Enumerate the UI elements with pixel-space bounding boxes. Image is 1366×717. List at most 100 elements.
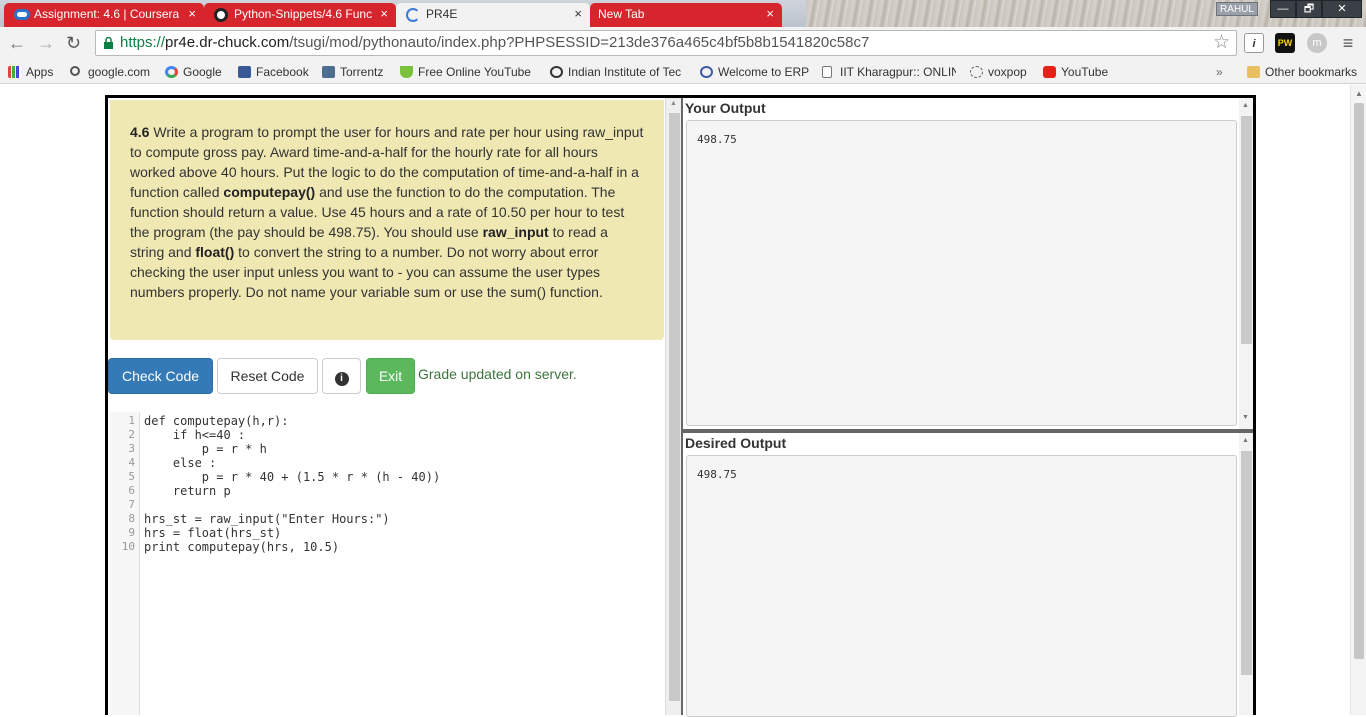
instruction-bold-float: float() <box>195 244 235 260</box>
code-line[interactable]: if h<=40 : <box>144 428 245 442</box>
scroll-up-arrow-icon[interactable]: ▲ <box>1242 437 1249 444</box>
scroll-up-arrow-icon[interactable]: ▲ <box>1355 89 1363 98</box>
bookmarks-bar: Apps google.com Google Facebook Torrentz… <box>0 60 1366 84</box>
facebook-icon <box>238 66 251 78</box>
pythonauto-frame: 4.6 Write a program to prompt the user f… <box>105 95 1256 717</box>
scroll-up-arrow-icon[interactable]: ▲ <box>1242 102 1249 109</box>
line-number: 9 <box>128 526 135 539</box>
tab-pr4e[interactable]: PR4E × <box>396 3 590 27</box>
your-output-scrollbar[interactable]: ▲ ▼ <box>1239 98 1253 429</box>
bookmark-google[interactable]: Google <box>165 63 222 81</box>
info-extension-icon[interactable]: i <box>1244 33 1264 53</box>
close-tab-icon[interactable]: × <box>188 3 196 25</box>
bookmark-google-com[interactable]: google.com <box>70 63 150 81</box>
button-row: Check Code Reset Code i Exit Grade updat… <box>108 358 665 394</box>
bookmark-label: Indian Institute of Tec <box>568 65 682 79</box>
chrome-menu-icon[interactable]: ≡ <box>1338 33 1358 53</box>
download-arrow-icon <box>400 66 413 78</box>
assignment-instructions: 4.6 Write a program to prompt the user f… <box>110 100 664 340</box>
tab-coursera-assignment[interactable]: Assignment: 4.6 | Coursera × <box>4 3 204 27</box>
reload-icon[interactable]: ↻ <box>66 33 81 53</box>
github-icon <box>214 8 228 22</box>
code-editor[interactable]: 1 2 3 4 5 6 7 8 9 10 def computepay(h,r)… <box>110 412 663 715</box>
line-number-gutter: 1 2 3 4 5 6 7 8 9 10 <box>110 412 140 715</box>
m-extension-icon[interactable]: m <box>1307 33 1327 53</box>
left-pane-scrollbar[interactable]: ▲ <box>665 98 683 715</box>
bookmark-voxpop[interactable]: voxpop <box>970 63 1027 81</box>
line-number: 7 <box>128 498 135 511</box>
close-window-button[interactable]: ✕ <box>1322 0 1362 18</box>
scrollbar-thumb[interactable] <box>1241 116 1252 344</box>
line-number: 10 <box>121 540 135 553</box>
bookmark-iit-kharagpur[interactable]: IIT Kharagpur:: ONLIN <box>822 63 956 81</box>
bookmarks-overflow-chevron[interactable]: » <box>1216 63 1223 81</box>
bookmark-label: Google <box>183 65 222 79</box>
exit-button[interactable]: Exit <box>366 358 415 394</box>
scrollbar-thumb[interactable] <box>1241 451 1252 675</box>
code-line[interactable]: else : <box>144 456 216 470</box>
back-arrow-icon[interactable]: ← <box>8 33 26 53</box>
code-line[interactable]: hrs_st = raw_input("Enter Hours:") <box>144 512 390 526</box>
desired-output-pane: Desired Output 498.75 ▲ <box>683 433 1253 717</box>
bookmark-star-icon[interactable]: ☆ <box>1213 31 1230 55</box>
line-number: 5 <box>128 470 135 483</box>
profile-badge[interactable]: RAHUL <box>1216 2 1258 16</box>
pw-extension-icon[interactable]: PW <box>1275 33 1295 53</box>
restore-button[interactable]: 🗗 <box>1296 0 1322 18</box>
close-tab-icon[interactable]: × <box>574 3 582 25</box>
code-line[interactable]: return p <box>144 484 231 498</box>
bookmark-indian-institute[interactable]: Indian Institute of Tec <box>550 63 682 81</box>
bookmark-other-bookmarks[interactable]: Other bookmarks <box>1247 63 1357 81</box>
tab-new-tab[interactable]: New Tab × <box>590 3 782 27</box>
scroll-up-arrow-icon[interactable]: ▲ <box>670 100 677 107</box>
code-line[interactable]: p = r * 40 + (1.5 * r * (h - 40)) <box>144 470 440 484</box>
loading-spinner-icon <box>406 8 420 22</box>
bookmark-facebook[interactable]: Facebook <box>238 63 309 81</box>
bookmark-torrentz[interactable]: Torrentz <box>322 63 383 81</box>
assignment-number: 4.6 <box>130 124 150 140</box>
scrollbar-thumb[interactable] <box>669 113 680 701</box>
reset-code-button[interactable]: Reset Code <box>217 358 318 394</box>
bookmark-label: » <box>1216 65 1223 79</box>
code-line[interactable]: p = r * h <box>144 442 267 456</box>
info-button[interactable]: i <box>322 358 361 394</box>
folder-icon <box>1247 66 1260 78</box>
page-scrollbar[interactable]: ▲ <box>1350 85 1366 715</box>
bookmark-label: Torrentz <box>340 65 384 79</box>
close-tab-icon[interactable]: × <box>380 3 388 25</box>
forward-arrow-icon[interactable]: → <box>37 33 55 53</box>
line-number: 1 <box>128 414 135 427</box>
tab-label: New Tab <box>598 7 645 21</box>
desired-output-box: 498.75 <box>686 455 1237 717</box>
minimize-button[interactable]: — <box>1270 0 1296 18</box>
bookmark-label: Free Online YouTube <box>418 65 531 79</box>
bookmark-label: Welcome to ERP <box>718 65 810 79</box>
apps-grid-icon <box>8 66 21 78</box>
code-line[interactable]: hrs = float(hrs_st) <box>144 526 281 540</box>
bookmark-welcome-erp[interactable]: Welcome to ERP <box>700 63 809 81</box>
tab-github-snippets[interactable]: Python-Snippets/4.6 Func × <box>204 3 396 27</box>
voxpop-icon <box>970 66 983 78</box>
page-icon <box>822 66 832 78</box>
line-number: 4 <box>128 456 135 469</box>
code-line[interactable]: def computepay(h,r): <box>144 414 289 428</box>
bookmark-label: Apps <box>26 65 54 79</box>
info-icon: i <box>334 372 349 386</box>
address-bar[interactable]: https://pr4e.dr-chuck.com/tsugi/mod/pyth… <box>95 30 1237 56</box>
scrollbar-thumb[interactable] <box>1354 103 1364 659</box>
desired-output-scrollbar[interactable]: ▲ <box>1239 433 1253 715</box>
code-line[interactable]: print computepay(hrs, 10.5) <box>144 540 339 554</box>
close-tab-icon[interactable]: × <box>766 3 774 25</box>
bookmark-youtube[interactable]: YouTube <box>1043 63 1108 81</box>
bookmark-free-online-youtube[interactable]: Free Online YouTube <box>400 63 531 81</box>
instruction-bold-computepay: computepay() <box>223 184 316 200</box>
tab-label: Python-Snippets/4.6 Func <box>234 7 373 21</box>
page-content: 4.6 Write a program to prompt the user f… <box>0 85 1366 717</box>
line-number: 6 <box>128 484 135 497</box>
browser-titlebar: Assignment: 4.6 | Coursera × Python-Snip… <box>0 0 1366 27</box>
bookmark-label: YouTube <box>1061 65 1109 79</box>
check-code-button[interactable]: Check Code <box>108 358 213 394</box>
url-host: pr4e.dr-chuck.com <box>165 34 290 51</box>
bookmark-apps[interactable]: Apps <box>8 63 53 81</box>
scroll-down-arrow-icon[interactable]: ▼ <box>1242 414 1249 421</box>
